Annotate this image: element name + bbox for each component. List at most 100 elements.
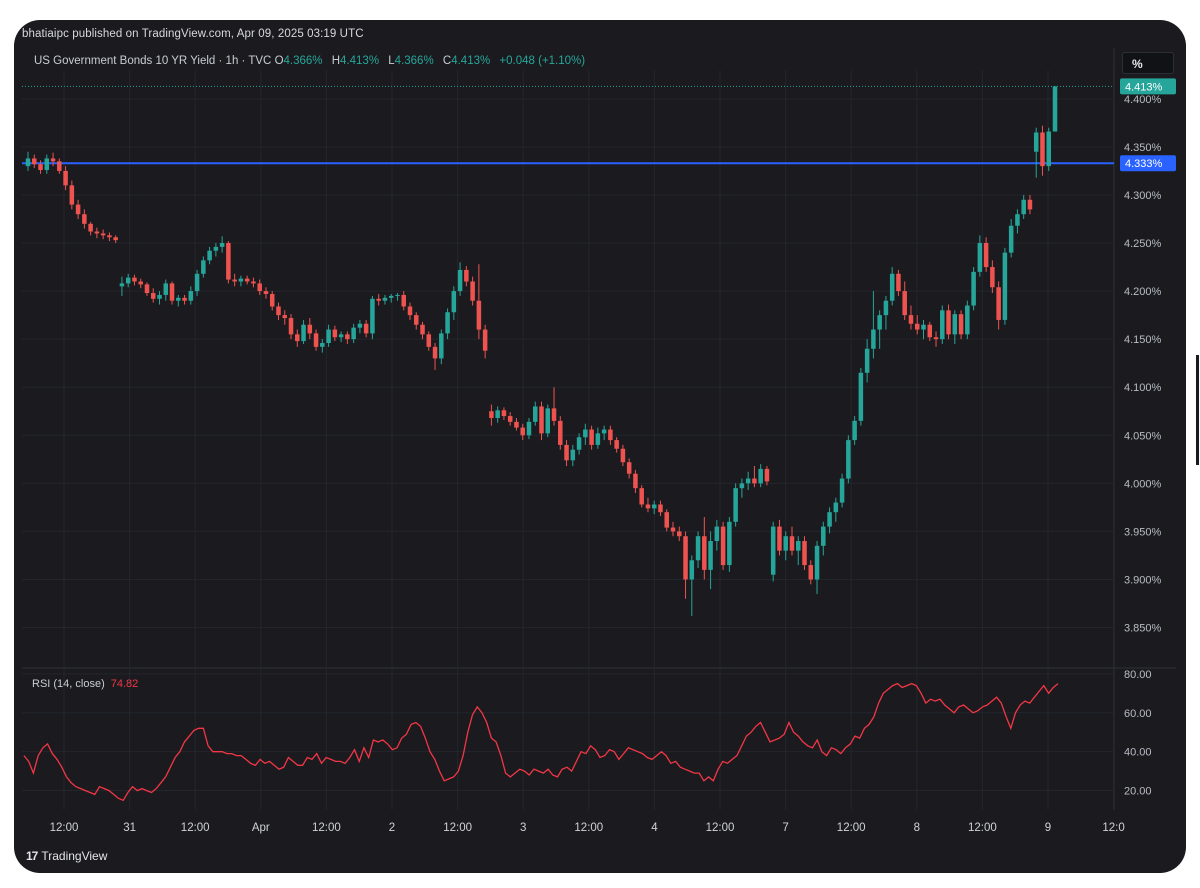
candle-body bbox=[464, 269, 469, 282]
candle-body bbox=[219, 243, 225, 247]
x-tick-label: 7 bbox=[782, 822, 788, 834]
candle-body bbox=[476, 300, 482, 330]
candle-body bbox=[188, 291, 194, 301]
candle-body bbox=[226, 243, 231, 280]
tradingview-logo: 17 TradingView bbox=[26, 849, 107, 863]
last-price-label-text: 4.413% bbox=[1125, 81, 1163, 93]
candle-body bbox=[714, 526, 720, 542]
chart-canvas[interactable]: 12:00 31 12:00 Apr 12:00 2 12:00 3 12:00 4 12:00 7 1… bbox=[0, 0, 1200, 888]
candle-body bbox=[639, 488, 644, 505]
candle-body bbox=[445, 312, 450, 334]
candle-body bbox=[764, 468, 770, 482]
candle-body bbox=[351, 327, 356, 340]
candle-body bbox=[495, 410, 500, 418]
candle-body bbox=[32, 158, 37, 165]
candle-body bbox=[113, 237, 118, 241]
candle-body bbox=[332, 329, 338, 338]
candle-body bbox=[814, 545, 820, 580]
candle-body bbox=[539, 406, 544, 434]
candle-body bbox=[839, 478, 845, 503]
x-tick-label: 4 bbox=[651, 822, 658, 834]
candle-body bbox=[44, 158, 50, 170]
candle-body bbox=[75, 204, 81, 215]
candle-body bbox=[983, 243, 989, 268]
candle-body bbox=[232, 279, 237, 282]
candle-body bbox=[908, 315, 914, 324]
candle-body bbox=[144, 284, 150, 294]
candle-body bbox=[821, 526, 826, 546]
candle-body bbox=[213, 246, 219, 251]
candle-body bbox=[827, 512, 832, 527]
candle-body bbox=[833, 502, 839, 513]
candle-body bbox=[777, 526, 782, 551]
x-tick-label: 12:00 bbox=[574, 822, 603, 834]
rsi-tick-label: 20.00 bbox=[1124, 786, 1152, 798]
x-tick-label: 8 bbox=[914, 822, 920, 834]
candle-body bbox=[169, 283, 175, 301]
candle-body bbox=[889, 273, 895, 301]
candle-body bbox=[927, 324, 933, 338]
x-tick-label: 12:00 bbox=[837, 822, 866, 834]
y-tick-label: 3.900% bbox=[1124, 574, 1162, 586]
candle-body bbox=[940, 310, 945, 340]
candle-body bbox=[432, 346, 438, 359]
candle-body bbox=[57, 161, 62, 171]
candle-body bbox=[163, 283, 169, 295]
candle-body bbox=[664, 512, 669, 528]
candle-body bbox=[276, 306, 281, 316]
y-tick-label: 4.250% bbox=[1124, 238, 1162, 250]
candle-body bbox=[614, 440, 619, 449]
candle-body bbox=[107, 235, 112, 238]
candle-body bbox=[201, 260, 206, 274]
level-price-label-text: 4.333% bbox=[1125, 158, 1163, 170]
candle-body bbox=[407, 306, 413, 316]
candle-body bbox=[363, 323, 369, 334]
candle-body bbox=[132, 277, 137, 282]
candle-body bbox=[251, 281, 256, 284]
candle-body bbox=[946, 310, 951, 335]
candle-body bbox=[589, 429, 594, 445]
candle-body bbox=[520, 427, 525, 436]
candle-body bbox=[558, 420, 563, 445]
candle-body bbox=[808, 565, 814, 580]
candle-body bbox=[877, 315, 882, 330]
candle-body bbox=[770, 526, 776, 575]
candle-body bbox=[858, 372, 864, 421]
candle-body bbox=[583, 429, 588, 438]
candle-body bbox=[395, 294, 400, 296]
candle-body bbox=[658, 504, 663, 513]
candle-body bbox=[414, 315, 419, 325]
candle-body bbox=[620, 448, 626, 463]
rsi-legend: RSI (14, close) 74.82 bbox=[32, 678, 138, 690]
y-tick-label: 4.200% bbox=[1124, 286, 1162, 298]
candle-body bbox=[313, 333, 319, 347]
y-tick-label: 4.400% bbox=[1124, 94, 1162, 106]
candle-body bbox=[150, 293, 156, 299]
rsi-line bbox=[23, 682, 1059, 802]
candle-body bbox=[977, 243, 983, 272]
candle-body bbox=[902, 291, 907, 316]
candle-body bbox=[1027, 199, 1033, 210]
candle-body bbox=[439, 333, 444, 359]
candle-body bbox=[282, 315, 288, 319]
candle-body bbox=[795, 541, 801, 551]
candle-body bbox=[244, 278, 250, 282]
candle-body bbox=[50, 158, 56, 162]
x-tick-label: 12:00 bbox=[706, 822, 735, 834]
candle-body bbox=[526, 421, 532, 436]
candle-body bbox=[551, 408, 557, 421]
candle-body bbox=[733, 488, 738, 522]
y-tick-label: 4.150% bbox=[1124, 334, 1162, 346]
candle-body bbox=[489, 411, 494, 418]
candle-body bbox=[514, 421, 519, 428]
candle-body bbox=[783, 536, 788, 551]
candle-body bbox=[846, 440, 851, 479]
candle-body bbox=[595, 433, 601, 445]
candle-body bbox=[401, 294, 406, 307]
rsi-title: RSI (14, close) bbox=[32, 678, 105, 690]
candle-body bbox=[745, 478, 751, 484]
candle-body bbox=[263, 291, 269, 294]
candle-body bbox=[326, 329, 331, 344]
candle-body bbox=[426, 334, 432, 347]
candle-body bbox=[157, 294, 162, 299]
